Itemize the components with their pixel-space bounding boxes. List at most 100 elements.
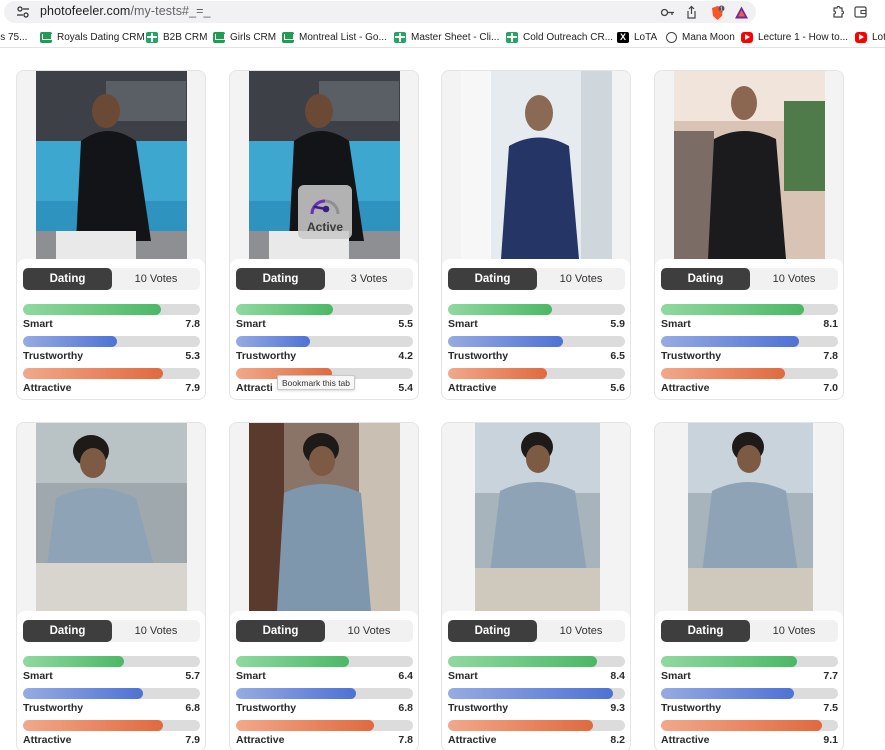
trust-bar-track: [236, 688, 413, 699]
brave-rewards-icon[interactable]: [734, 5, 749, 20]
attr-bar-track: [448, 368, 625, 379]
test-card[interactable]: Dating 10 Votes Smart 8.1 Trustworthy 7.…: [654, 70, 844, 400]
category-dating[interactable]: Dating: [661, 268, 750, 290]
url-text[interactable]: photofeeler.com/my-tests#_=_: [40, 4, 211, 18]
trust-score: 4.2: [398, 350, 413, 362]
test-photo[interactable]: [674, 71, 825, 259]
smart-label: Smart: [23, 670, 53, 682]
category-toggle[interactable]: Dating 10 Votes: [661, 268, 838, 290]
photo-area: [442, 71, 630, 259]
attr-label: Attractive: [448, 382, 497, 394]
test-card[interactable]: Dating 10 Votes Smart 7.7 Trustworthy 7.…: [654, 422, 844, 750]
test-photo[interactable]: [475, 423, 600, 611]
category-dating[interactable]: Dating: [661, 620, 750, 642]
password-key-icon[interactable]: [660, 5, 675, 20]
metric-attractive: Attractive 8.2: [448, 720, 625, 748]
category-toggle[interactable]: Dating 10 Votes: [448, 620, 625, 642]
test-card[interactable]: Dating 10 Votes Smart 6.4 Trustworthy 6.…: [229, 422, 419, 750]
category-toggle[interactable]: Dating 10 Votes: [236, 620, 413, 642]
trust-bar-fill: [661, 688, 794, 699]
bookmark-b2b-crm[interactable]: B2B CRM: [146, 30, 207, 44]
bookmark-mana-moon[interactable]: Mana Moon: [666, 30, 735, 44]
vote-count: 10 Votes: [559, 625, 603, 637]
test-photo[interactable]: [688, 423, 813, 611]
metric-smart: Smart 8.4: [448, 656, 625, 684]
bookmark-master-sheet[interactable]: Master Sheet - Cli...: [394, 30, 499, 44]
smart-bar-fill: [661, 304, 805, 315]
category-toggle[interactable]: Dating 10 Votes: [448, 268, 625, 290]
attr-bar-track: [448, 720, 625, 731]
bookmark-lota-x[interactable]: X LoTA: [617, 30, 657, 44]
trust-bar-track: [448, 336, 625, 347]
smart-score: 5.7: [185, 670, 200, 682]
vote-count: 3 Votes: [350, 273, 388, 285]
vote-count: 10 Votes: [134, 273, 178, 285]
category-dating[interactable]: Dating: [23, 620, 112, 642]
bookmark-montreal-list[interactable]: Montreal List - Go...: [282, 30, 387, 44]
test-card[interactable]: Dating 10 Votes Smart 5.9 Trustworthy 6.…: [441, 70, 631, 400]
trust-score: 5.3: [185, 350, 200, 362]
category-toggle[interactable]: Dating 10 Votes: [23, 268, 200, 290]
attr-bar-track: [661, 720, 838, 731]
wallet-icon[interactable]: [853, 4, 868, 19]
category-toggle[interactable]: Dating 10 Votes: [23, 620, 200, 642]
score-panel: Dating 10 Votes Smart 5.7 Trustworthy 6.…: [17, 611, 205, 750]
smart-bar-fill: [448, 656, 597, 667]
test-photo[interactable]: [36, 423, 187, 611]
bookmark-item[interactable]: ls 75...: [0, 30, 27, 44]
attr-score: 5.6: [610, 382, 625, 394]
smart-bar-track: [661, 304, 838, 315]
youtube-icon: [741, 31, 753, 43]
bookmark-lota-yt[interactable]: Lota: [855, 30, 885, 44]
trust-label: Trustworthy: [448, 702, 509, 714]
smart-score: 8.4: [610, 670, 625, 682]
attr-label: Attractive: [23, 382, 72, 394]
category-toggle[interactable]: Dating 3 Votes: [236, 268, 413, 290]
photo-area: [442, 423, 630, 611]
attr-score: 5.4: [398, 382, 413, 394]
share-icon[interactable]: [684, 5, 699, 20]
attr-bar-fill: [23, 368, 163, 379]
smart-bar-track: [236, 304, 413, 315]
globe-icon: [666, 31, 677, 43]
test-card[interactable]: Active Dating 3 Votes Smart 5.5 Trustwor…: [229, 70, 419, 400]
photo-area: [17, 423, 205, 611]
attr-bar-fill: [236, 720, 375, 731]
test-photo[interactable]: [36, 71, 187, 259]
test-card[interactable]: Dating 10 Votes Smart 5.7 Trustworthy 6.…: [16, 422, 206, 750]
metric-trustworthy: Trustworthy 6.5: [448, 336, 625, 364]
attr-bar-fill: [448, 720, 594, 731]
category-dating[interactable]: Dating: [23, 268, 112, 290]
site-settings-icon[interactable]: [16, 5, 30, 19]
trust-label: Trustworthy: [661, 702, 722, 714]
bookmark-girls-crm[interactable]: Girls CRM: [213, 30, 276, 44]
category-toggle[interactable]: Dating 10 Votes: [661, 620, 838, 642]
metric-smart: Smart 5.5: [236, 304, 413, 332]
score-panel: Dating 10 Votes Smart 7.7 Trustworthy 7.…: [655, 611, 843, 750]
vote-count: 10 Votes: [772, 625, 816, 637]
category-dating[interactable]: Dating: [448, 268, 537, 290]
bookmark-royals-dating-crm[interactable]: Royals Dating CRM: [40, 30, 145, 44]
bookmark-cold-outreach[interactable]: Cold Outreach CR...: [506, 30, 613, 44]
category-dating[interactable]: Dating: [236, 268, 325, 290]
brave-shield-icon[interactable]: 1: [710, 5, 725, 20]
extensions-icon[interactable]: [831, 4, 846, 19]
gauge-icon: [310, 199, 340, 215]
url-field[interactable]: photofeeler.com/my-tests#_=_ 1: [4, 1, 756, 23]
metric-smart: Smart 6.4: [236, 656, 413, 684]
smart-bar-fill: [23, 656, 124, 667]
test-photo[interactable]: [461, 71, 612, 259]
attr-bar-fill: [661, 720, 823, 731]
metric-trustworthy: Trustworthy 4.2: [236, 336, 413, 364]
test-card[interactable]: Dating 10 Votes Smart 7.8 Trustworthy 5.…: [16, 70, 206, 400]
trust-score: 6.5: [610, 350, 625, 362]
category-dating[interactable]: Dating: [236, 620, 325, 642]
tests-grid: Dating 10 Votes Smart 7.8 Trustworthy 5.…: [0, 48, 885, 750]
category-dating[interactable]: Dating: [448, 620, 537, 642]
smart-score: 7.7: [823, 670, 838, 682]
test-photo[interactable]: [249, 423, 400, 611]
test-card[interactable]: Dating 10 Votes Smart 8.4 Trustworthy 9.…: [441, 422, 631, 750]
attr-score: 7.8: [398, 734, 413, 746]
metric-attractive: Attractive 7.9: [23, 368, 200, 396]
bookmark-lecture-1[interactable]: Lecture 1 - How to...: [741, 30, 848, 44]
